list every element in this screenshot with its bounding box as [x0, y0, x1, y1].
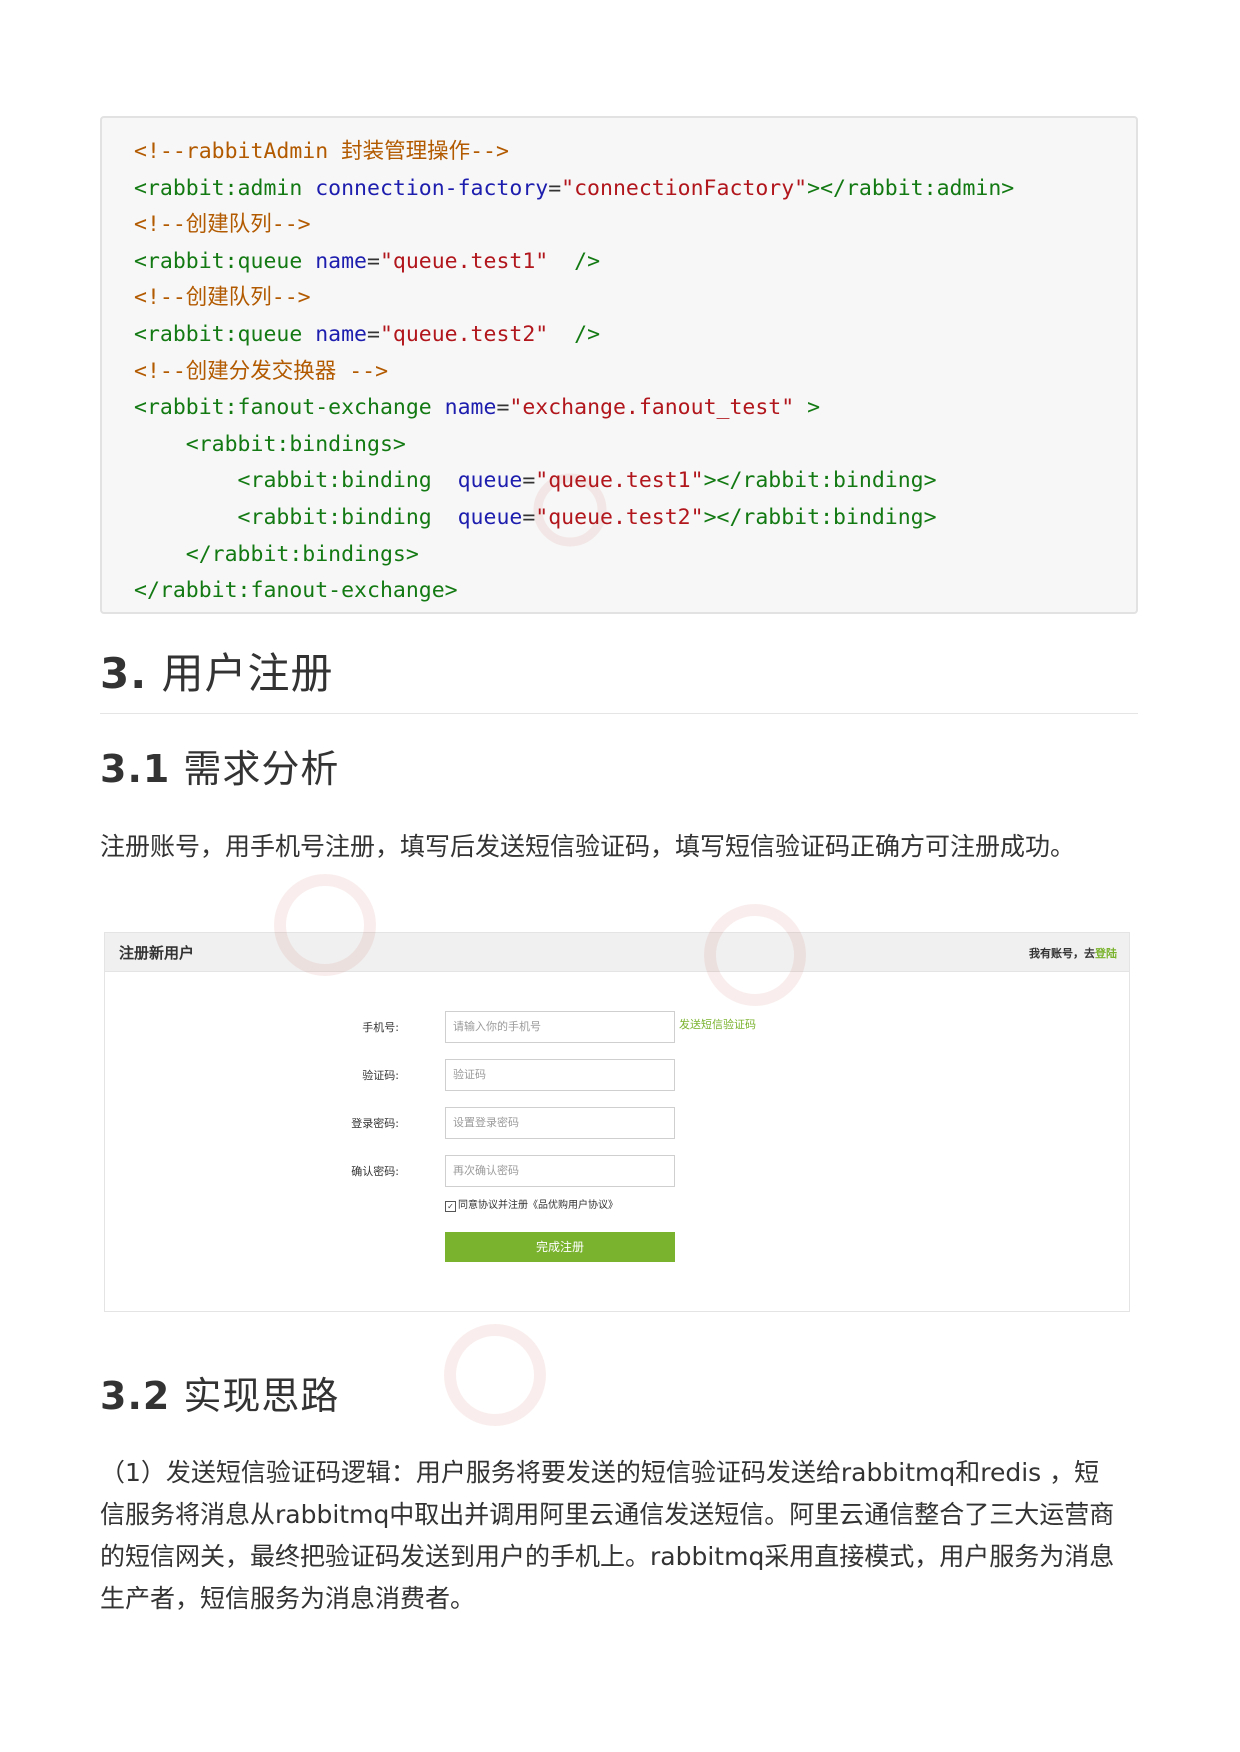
- code-token-attr: name: [315, 321, 367, 347]
- code-token-tag: />: [548, 248, 601, 274]
- code-token-comment: <!--创建队列-->: [134, 212, 311, 238]
- code-line: </rabbit:fanout-exchange>: [134, 573, 1014, 610]
- code-token-comment: <!--rabbitAdmin 封装管理操作-->: [134, 139, 509, 164]
- agreement-text: 同意协议并注册《品优购用户协议》: [458, 1200, 618, 1211]
- code-token-attr: queue: [457, 468, 523, 494]
- code-token-comment: <!--创建队列-->: [134, 285, 311, 311]
- code-token-tag: ></rabbit:binding>: [703, 504, 937, 530]
- subsection-number: 3.2: [100, 1374, 171, 1418]
- code-token-str: "queue.test1": [379, 248, 549, 274]
- subsection-heading-3-1: 3.1 需求分析: [100, 738, 339, 793]
- register-form-screenshot: 注册新用户 我有账号，去登陆 手机号: 请输入你的手机号 发送短信验证码 验证码…: [104, 932, 1130, 1312]
- code-line: <rabbit:fanout-exchange name="exchange.f…: [134, 390, 1014, 427]
- login-link[interactable]: 登陆: [1095, 947, 1117, 960]
- confirm-password-input[interactable]: 再次确认密码: [445, 1155, 675, 1187]
- section-heading: 3. 用户注册: [100, 640, 334, 701]
- form-header: 注册新用户 我有账号，去登陆: [105, 933, 1129, 972]
- code-line: <rabbit:queue name="queue.test1" />: [134, 244, 1014, 281]
- code-token-tag: </rabbit:fanout-exchange>: [134, 578, 458, 604]
- implementation-paragraph: （1）发送短信验证码逻辑：用户服务将要发送的短信验证码发送给rabbitmq和r…: [100, 1458, 1115, 1613]
- code-token-eq: =: [496, 395, 510, 421]
- code-token-tag: >: [794, 395, 821, 421]
- code-line: <rabbit:queue name="queue.test2" />: [134, 317, 1014, 354]
- phone-input[interactable]: 请输入你的手机号: [445, 1011, 675, 1043]
- code-token-tag: <rabbit:admin: [134, 175, 316, 201]
- code-token-tag: <rabbit:binding: [134, 468, 458, 494]
- section-number: 3.: [100, 649, 148, 698]
- code-token-tag: <rabbit:fanout-exchange: [134, 395, 445, 421]
- code-token-comment: <!--创建分发交换器 -->: [134, 358, 389, 384]
- subsection-title: 需求分析: [183, 747, 340, 791]
- send-sms-code-link[interactable]: 发送短信验证码: [679, 1016, 756, 1032]
- code-token-eq: =: [367, 321, 380, 347]
- code-line: <!--创建分发交换器 -->: [134, 354, 1014, 391]
- code-token-attr: connection-factory: [315, 175, 549, 201]
- code-token-attr: name: [315, 248, 367, 274]
- login-prompt: 我有账号，去登陆: [1029, 945, 1117, 961]
- code-token-str: "connectionFactory": [561, 175, 808, 201]
- complete-registration-button[interactable]: 完成注册: [445, 1232, 675, 1262]
- code-token-tag: <rabbit:bindings>: [134, 431, 406, 457]
- phone-label: 手机号:: [362, 1021, 399, 1034]
- agreement-row: ✓ 同意协议并注册《品优购用户协议》: [445, 1196, 618, 1212]
- code-token-attr: queue: [457, 504, 523, 530]
- code-token-tag: <rabbit:queue: [134, 248, 316, 274]
- requirement-paragraph: 注册账号，用手机号注册，填写后发送短信验证码，填写短信验证码正确方可注册成功。: [100, 832, 1076, 861]
- code-line: <rabbit:bindings>: [134, 427, 1014, 464]
- watermark-logo-icon: [704, 904, 806, 1006]
- code-token-tag: />: [548, 321, 601, 347]
- code-line: <!--创建队列-->: [134, 207, 1014, 244]
- code-token-eq: =: [548, 175, 562, 201]
- code-token-tag: ></rabbit:binding>: [703, 468, 937, 494]
- subsection-number: 3.1: [100, 747, 171, 791]
- have-account-text: 我有账号，去: [1029, 947, 1095, 960]
- form-title: 注册新用户: [119, 944, 195, 962]
- code-line: <!--创建队列-->: [134, 280, 1014, 317]
- subsection-title: 实现思路: [183, 1374, 340, 1418]
- agreement-checkbox[interactable]: ✓: [445, 1201, 456, 1212]
- code-token-str: "exchange.fanout_test": [509, 395, 795, 421]
- code-token-attr: name: [444, 395, 497, 421]
- watermark-logo-icon: [444, 1324, 546, 1426]
- code-token-str: "queue.test2": [379, 321, 549, 347]
- section-title: 用户注册: [161, 649, 334, 698]
- password-input[interactable]: 设置登录密码: [445, 1107, 675, 1139]
- code-token-eq: =: [367, 248, 380, 274]
- code-token-tag: ></rabbit:admin>: [807, 175, 1015, 201]
- code-line: <rabbit:admin connection-factory="connec…: [134, 171, 1014, 208]
- watermark-logo-icon: [533, 473, 607, 547]
- code-block: <!--rabbitAdmin 封装管理操作--> <rabbit:admin c…: [100, 116, 1138, 614]
- code-line: <!--rabbitAdmin 封装管理操作-->: [134, 134, 1014, 171]
- confirm-password-label: 确认密码:: [351, 1165, 399, 1178]
- code-token-tag: </rabbit:bindings>: [134, 541, 419, 567]
- password-label: 登录密码:: [351, 1117, 399, 1130]
- subsection-heading-3-2: 3.2 实现思路: [100, 1365, 339, 1420]
- watermark-logo-icon: [274, 874, 376, 976]
- verification-code-input[interactable]: 验证码: [445, 1059, 675, 1091]
- heading-divider: [100, 713, 1138, 714]
- code-token-tag: <rabbit:queue: [134, 321, 316, 347]
- code-token-tag: <rabbit:binding: [134, 504, 458, 530]
- code-label: 验证码:: [362, 1069, 399, 1082]
